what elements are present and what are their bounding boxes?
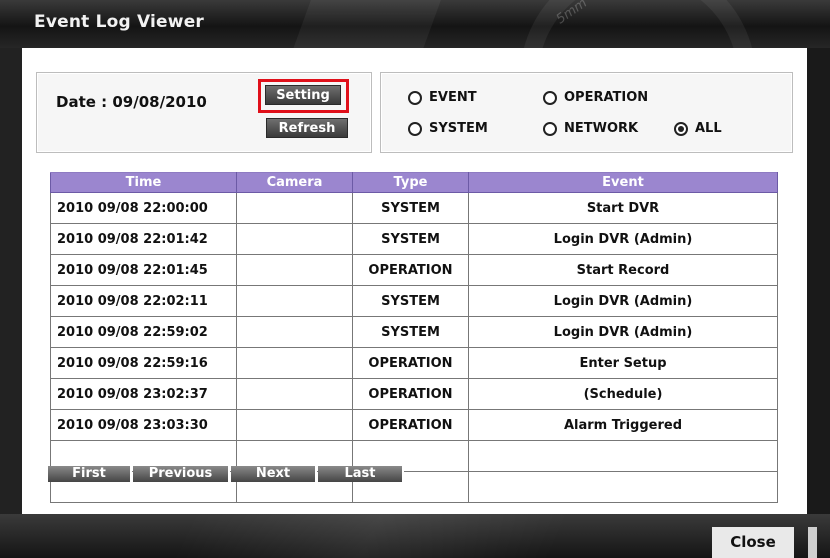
previous-page-button[interactable]: Previous bbox=[133, 466, 230, 482]
cell-time: 2010 09/08 23:02:37 bbox=[50, 378, 237, 410]
cell-event: Start DVR bbox=[468, 192, 778, 224]
cell-event: Login DVR (Admin) bbox=[468, 316, 778, 348]
radio-system[interactable]: SYSTEM bbox=[408, 121, 488, 136]
cell-camera bbox=[236, 347, 353, 379]
radio-system-label: SYSTEM bbox=[429, 121, 488, 136]
table-header-row: Time Camera Type Event bbox=[50, 172, 778, 193]
cell-event: Start Record bbox=[468, 254, 778, 286]
radio-checked-icon bbox=[674, 121, 688, 136]
cell-type: SYSTEM bbox=[352, 316, 469, 348]
cell-type: OPERATION bbox=[352, 378, 469, 410]
cell-time: 2010 09/08 22:01:45 bbox=[50, 254, 237, 286]
cell-camera bbox=[236, 316, 353, 348]
cell-type: SYSTEM bbox=[352, 192, 469, 224]
column-header-camera[interactable]: Camera bbox=[236, 172, 353, 193]
window-title: Event Log Viewer bbox=[34, 12, 205, 32]
cell-type: OPERATION bbox=[352, 347, 469, 379]
cell-time: 2010 09/08 22:01:42 bbox=[50, 223, 237, 255]
cell-time: 2010 09/08 22:59:16 bbox=[50, 347, 237, 379]
column-header-event[interactable]: Event bbox=[468, 172, 778, 193]
radio-all-label: ALL bbox=[695, 121, 722, 136]
radio-unchecked-icon bbox=[543, 121, 557, 136]
cell-camera bbox=[236, 192, 353, 224]
cell-event: Login DVR (Admin) bbox=[468, 285, 778, 317]
cell-type: SYSTEM bbox=[352, 285, 469, 317]
window-right-edge bbox=[807, 48, 830, 514]
cell-type: OPERATION bbox=[352, 409, 469, 441]
refresh-button[interactable]: Refresh bbox=[266, 118, 348, 138]
table-row[interactable]: 2010 09/08 22:59:16 OPERATION Enter Setu… bbox=[50, 347, 778, 379]
cell-event: (Schedule) bbox=[468, 378, 778, 410]
date-group: Date : 09/08/2010 Setting Refresh bbox=[36, 72, 372, 153]
radio-unchecked-icon bbox=[408, 90, 422, 105]
radio-all[interactable]: ALL bbox=[674, 121, 722, 136]
cell-time: 2010 09/08 22:59:02 bbox=[50, 316, 237, 348]
radio-unchecked-icon bbox=[543, 90, 557, 105]
radio-unchecked-icon bbox=[408, 121, 422, 136]
next-page-button[interactable]: Next bbox=[231, 466, 317, 482]
scrollbar-strip bbox=[808, 527, 817, 558]
radio-event-label: EVENT bbox=[429, 90, 477, 105]
cell-camera bbox=[236, 254, 353, 286]
table-row[interactable]: 2010 09/08 22:00:00 SYSTEM Start DVR bbox=[50, 192, 778, 224]
cell-time: 2010 09/08 23:03:30 bbox=[50, 409, 237, 441]
table-row[interactable]: 2010 09/08 23:02:37 OPERATION (Schedule) bbox=[50, 378, 778, 410]
table-row[interactable]: 2010 09/08 22:02:11 SYSTEM Login DVR (Ad… bbox=[50, 285, 778, 317]
setting-button[interactable]: Setting bbox=[265, 85, 341, 105]
table-row[interactable]: 2010 09/08 22:59:02 SYSTEM Login DVR (Ad… bbox=[50, 316, 778, 348]
event-log-table: Time Camera Type Event 2010 09/08 22:00:… bbox=[50, 172, 778, 503]
event-log-panel: Date : 09/08/2010 Setting Refresh EVENT … bbox=[22, 48, 807, 514]
cell-event bbox=[468, 471, 778, 503]
radio-network[interactable]: NETWORK bbox=[543, 121, 638, 136]
log-type-filter-group: EVENT OPERATION SYSTEM NETWORK ALL bbox=[380, 72, 793, 153]
cell-time: 2010 09/08 22:02:11 bbox=[50, 285, 237, 317]
cell-camera bbox=[236, 409, 353, 441]
cell-event: Alarm Triggered bbox=[468, 409, 778, 441]
cell-camera bbox=[236, 378, 353, 410]
cell-camera bbox=[236, 285, 353, 317]
cell-type: SYSTEM bbox=[352, 223, 469, 255]
last-page-button[interactable]: Last bbox=[318, 466, 404, 482]
column-header-time[interactable]: Time bbox=[50, 172, 237, 193]
radio-operation-label: OPERATION bbox=[564, 90, 649, 105]
table-row[interactable]: 2010 09/08 23:03:30 OPERATION Alarm Trig… bbox=[50, 409, 778, 441]
date-label: Date : 09/08/2010 bbox=[56, 93, 207, 111]
first-page-button[interactable]: First bbox=[48, 466, 132, 482]
table-row[interactable]: 2010 09/08 22:01:42 SYSTEM Login DVR (Ad… bbox=[50, 223, 778, 255]
cell-event: Login DVR (Admin) bbox=[468, 223, 778, 255]
bottom-bar bbox=[0, 514, 830, 558]
close-button[interactable]: Close bbox=[712, 527, 794, 558]
radio-operation[interactable]: OPERATION bbox=[543, 90, 648, 105]
radio-network-label: NETWORK bbox=[564, 121, 639, 136]
cell-event: Enter Setup bbox=[468, 347, 778, 379]
cell-event bbox=[468, 440, 778, 472]
cell-time: 2010 09/08 22:00:00 bbox=[50, 192, 237, 224]
title-bar: 5mm Event Log Viewer bbox=[0, 0, 830, 48]
bottom-decoration bbox=[159, 514, 581, 558]
title-decoration-stripe bbox=[285, 0, 445, 48]
table-row[interactable]: 2010 09/08 22:01:45 OPERATION Start Reco… bbox=[50, 254, 778, 286]
column-header-type[interactable]: Type bbox=[352, 172, 469, 193]
cell-camera bbox=[236, 223, 353, 255]
radio-event[interactable]: EVENT bbox=[408, 90, 477, 105]
title-decoration bbox=[520, 0, 756, 48]
cell-type: OPERATION bbox=[352, 254, 469, 286]
